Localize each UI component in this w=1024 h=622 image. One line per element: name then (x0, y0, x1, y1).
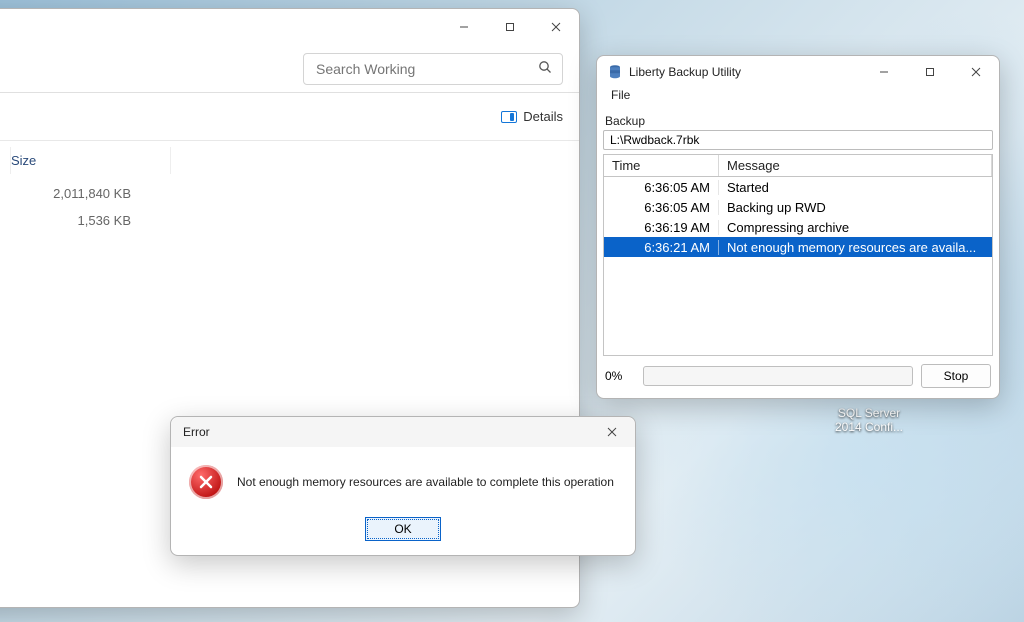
log-row[interactable]: 6:36:05 AMBacking up RWD (604, 197, 992, 217)
log-time-cell: 6:36:19 AM (604, 220, 719, 235)
stop-button[interactable]: Stop (921, 364, 991, 388)
log-header-time[interactable]: Time (604, 155, 719, 176)
search-input[interactable] (314, 60, 538, 78)
view-mode-label[interactable]: Details (523, 109, 563, 124)
log-message-cell: Started (719, 180, 992, 195)
liberty-maximize-button[interactable] (907, 56, 953, 88)
log-header-message[interactable]: Message (719, 155, 992, 176)
explorer-close-button[interactable] (533, 9, 579, 45)
log-row[interactable]: 6:36:19 AMCompressing archive (604, 217, 992, 237)
log-time-cell: 6:36:05 AM (604, 200, 719, 215)
liberty-minimize-button[interactable] (861, 56, 907, 88)
file-type-cell: SQL Server Databa... (0, 186, 11, 201)
explorer-titlebar (0, 9, 579, 45)
progress-percent: 0% (605, 369, 635, 383)
error-dialog: Error Not enough memory resources are av… (170, 416, 636, 556)
desktop-icon-label[interactable]: SQL Server 2014 Confi... (824, 406, 914, 434)
liberty-menubar: File (597, 88, 999, 110)
log-grid-header: Time Message (604, 155, 992, 177)
ok-button[interactable]: OK (365, 517, 441, 541)
liberty-titlebar: Liberty Backup Utility (597, 56, 999, 88)
explorer-minimize-button[interactable] (441, 9, 487, 45)
file-row[interactable]: SQL Server Databa...1,536 KB (0, 207, 579, 234)
file-size-cell: 2,011,840 KB (11, 186, 171, 201)
error-titlebar: Error (171, 417, 635, 447)
log-row[interactable]: 6:36:21 AMNot enough memory resources ar… (604, 237, 992, 257)
liberty-close-button[interactable] (953, 56, 999, 88)
explorer-address-bar: Data ❯ Working (0, 45, 579, 93)
backup-path-input[interactable]: L:\Rwdback.7rbk (603, 130, 993, 150)
menu-file[interactable]: File (605, 86, 636, 104)
error-close-button[interactable] (589, 417, 635, 447)
details-view-icon[interactable] (501, 111, 517, 123)
log-time-cell: 6:36:21 AM (604, 240, 719, 255)
column-header-type[interactable]: Type (0, 147, 11, 174)
file-size-cell: 1,536 KB (11, 213, 171, 228)
log-time-cell: 6:36:05 AM (604, 180, 719, 195)
search-box[interactable] (303, 53, 563, 85)
file-column-headers: Type Size (0, 141, 579, 180)
log-message-cell: Compressing archive (719, 220, 992, 235)
progress-bar (643, 366, 913, 386)
log-message-cell: Backing up RWD (719, 200, 992, 215)
explorer-maximize-button[interactable] (487, 9, 533, 45)
file-row[interactable]: SQL Server Databa...2,011,840 KB (0, 180, 579, 207)
log-row[interactable]: 6:36:05 AMStarted (604, 177, 992, 197)
liberty-footer: 0% Stop (597, 356, 999, 398)
database-icon (607, 64, 623, 80)
log-grid: Time Message 6:36:05 AMStarted6:36:05 AM… (603, 154, 993, 356)
column-header-size[interactable]: Size (11, 147, 171, 174)
log-message-cell: Not enough memory resources are availa..… (719, 240, 992, 255)
backup-section-label: Backup (597, 110, 999, 130)
error-icon (189, 465, 223, 499)
explorer-toolbar: ••• Details (0, 93, 579, 141)
file-type-cell: SQL Server Databa... (0, 213, 11, 228)
liberty-backup-window: Liberty Backup Utility File Backup L:\Rw… (596, 55, 1000, 399)
error-title: Error (181, 425, 210, 439)
error-message: Not enough memory resources are availabl… (237, 475, 614, 489)
search-icon[interactable] (538, 60, 552, 77)
liberty-title: Liberty Backup Utility (629, 65, 741, 79)
